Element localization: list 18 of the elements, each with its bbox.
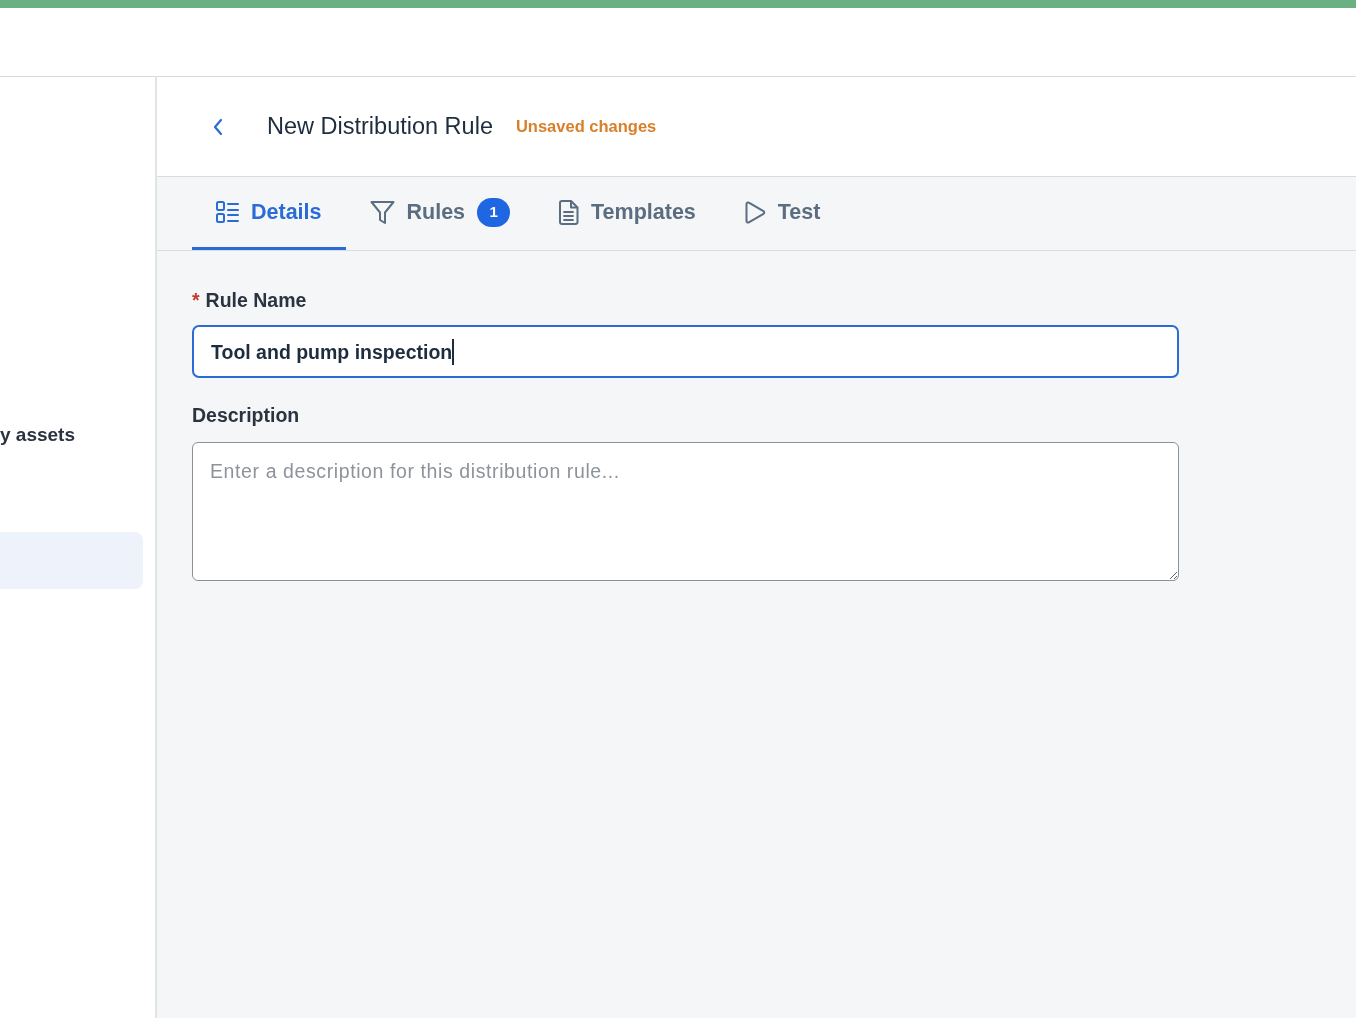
count-badge: 1 bbox=[477, 197, 511, 227]
page-title: New Distribution Rule bbox=[267, 111, 493, 141]
textarea-field[interactable]: Enter a description for this distribution rule... bbox=[192, 442, 1179, 581]
unsaved-status: Unsaved changes bbox=[515, 116, 657, 138]
play-icon bbox=[743, 200, 766, 224]
chevron-left-icon bbox=[212, 117, 224, 136]
field-label: Rule Name bbox=[205, 289, 307, 311]
tab[interactable]: Details bbox=[192, 177, 346, 250]
filter-icon bbox=[369, 199, 395, 225]
field-label: Description bbox=[192, 404, 300, 426]
document-icon bbox=[558, 199, 580, 225]
tab[interactable]: Templates bbox=[534, 177, 720, 250]
required-mark: * bbox=[192, 289, 200, 311]
tab[interactable]: Test bbox=[719, 177, 845, 250]
sidebar-item[interactable]: y assets bbox=[0, 415, 155, 455]
tab[interactable]: Rules 1 bbox=[345, 177, 535, 250]
input-field[interactable]: Tool and pump inspection bbox=[192, 325, 1179, 378]
list-icon bbox=[216, 201, 239, 223]
